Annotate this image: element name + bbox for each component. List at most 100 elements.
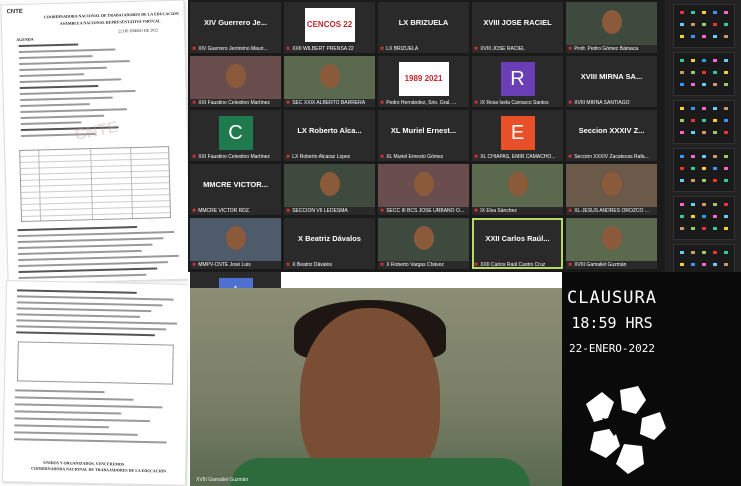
thumbnail-dot [702,35,706,38]
thumbnail-dot [691,59,695,62]
thumbnail-dot [713,23,717,26]
participant-tile[interactable]: XVIII MIRNA SA... ✖ XVIII MIRNA SANTIAGO [566,56,657,107]
thumbnail-dot [702,167,706,170]
raised-fists-emblem [586,386,666,474]
clausura-panel: CLAUSURA 18:59 HRS 22-ENERO-2022 [562,272,741,486]
document-text-line [16,295,174,301]
participant-tile[interactable]: ✖ Profr. Pedro Gómez Bámaca [566,2,657,53]
cnte-logo: CNTE [6,8,23,16]
participant-tile[interactable]: X Beatriz Dávalos ✖ X Beatriz Dávalos [284,218,375,269]
thumbnail-dot [680,251,684,254]
participant-tile[interactable]: XIV Guerrero Je... ✖ XIV Guerrero Jerónimo… [190,2,281,53]
participant-tile[interactable]: ✖ XXI Faustino Celestino Martínez [190,56,281,107]
participant-face [414,226,434,250]
muted-mic-icon: ✖ [474,46,479,52]
participant-caption: ✖ XVIII Gamaliel Guzmán [568,262,655,268]
document-page-2: UNIDOS Y ORGANIZADOS, VENCEREMOS COORDIN… [1,280,188,486]
muted-mic-icon: ✖ [380,262,385,268]
participant-caption-text: SEC XXIX ALBERTO BARRERA [292,100,366,106]
document-text-line [16,301,163,307]
thumbnail-dot [691,179,695,182]
thumbnail-page[interactable] [673,100,735,144]
muted-mic-icon: ✖ [474,262,479,268]
participant-caption: ✖ Seccion XXXIV Zacatecas Rafa... [568,154,655,160]
muted-mic-icon: ✖ [286,46,291,52]
document-text-line [18,273,147,280]
participant-tile[interactable]: E ✖ XL CHIAPAS, EMIR CAMACHO... [472,110,563,161]
participant-caption-text: MMCRE VICTOR RDZ. [198,208,251,214]
thumbnail-dot [724,83,728,86]
document-text-line [14,410,122,415]
participant-tile[interactable]: LX Roberto Alca... ✖ LX Roberto Alcaraz Lo… [284,110,375,161]
document-text-line [16,319,178,325]
participant-face [226,64,246,88]
muted-mic-icon: ✖ [192,100,197,106]
participant-name-large: Seccion XXXIV Z... [578,126,645,135]
document-text-line [17,230,175,238]
thumbnail-dot [691,167,695,170]
thumbnail-dot [680,71,684,74]
thumbnail-dot [713,107,717,110]
thumbnail-page[interactable] [673,196,735,240]
participant-caption-text: LX BRIZUELA [386,46,419,52]
document-text-line [18,267,158,274]
document-text-line [17,249,142,256]
participant-caption: ✖ X Beatriz Dávalos [286,262,373,268]
participant-tile[interactable]: CENCOS 22 ✖ XXII WILBERT PRENSA 22 [284,2,375,53]
participant-tile[interactable]: XVIII JOSE RACIEL ✖ XVIII JOSE RACIEL [472,2,563,53]
participant-tile[interactable]: LX BRIZUELA ✖ LX BRIZUELA [378,2,469,53]
thumbnail-dot [702,83,706,86]
agenda-heading: AGENDA [16,36,34,43]
thumbnail-dot [724,131,728,134]
participant-tile[interactable]: Seccion XXXIV Z... ✖ Seccion XXXIV Zacatec… [566,110,657,161]
thumbnail-dot [680,59,684,62]
participant-tile[interactable]: 1989 2021 ✖ Pedro Hernández, Srio. Gral. .… [378,56,469,107]
thumbnail-dot [713,11,717,14]
muted-mic-icon: ✖ [286,208,291,214]
thumbnail-dot [680,119,684,122]
participant-tile[interactable]: ✖ X Roberto Vargas Chávez [378,218,469,269]
participant-face [602,172,622,196]
thumbnail-dot [680,179,684,182]
thumbnail-dot [713,119,717,122]
participant-tile[interactable]: XXII Carlos Raúl... ✖ XXII Carlos Raúl Cas… [472,218,563,269]
participant-tile[interactable]: C ✖ XXI Faustino Celestino Martínez [190,110,281,161]
participant-tile[interactable]: MMCRE VICTOR... ✖ MMCRE VICTOR RDZ. [190,164,281,215]
muted-mic-icon: ✖ [380,100,385,106]
thumbnail-dot [702,59,706,62]
participant-tile[interactable]: ✖ XVIII Gamaliel Guzmán [566,218,657,269]
participant-avatar: R [500,62,535,96]
document-text-line [14,424,110,429]
thumbnail-dot [713,167,717,170]
participant-tile[interactable]: ✖ XL-JESUS ANDRES OROZCO ... [566,164,657,215]
participant-caption: ✖ XXII Carlos Raúl Castro Cruz [474,262,561,268]
thumbnail-dot [713,59,717,62]
document-text-line [16,325,167,331]
participant-logo: 1989 2021 [398,62,449,96]
participant-tile[interactable]: XL Muriel Ernest... ✖ XL Muriel Ernesto Gó… [378,110,469,161]
muted-mic-icon: ✖ [474,208,479,214]
participant-logo: CENCOS 22 [304,8,355,42]
thumbnail-dot [691,131,695,134]
thumbnail-page[interactable] [673,148,735,192]
participant-caption: ✖ IX Rosa Isela Carrasco Santos [474,100,561,106]
participant-tile[interactable]: R ✖ IX Rosa Isela Carrasco Santos [472,56,563,107]
participant-tile[interactable]: ✖ IX Elva Sánchez [472,164,563,215]
thumbnail-dot [702,179,706,182]
participant-caption-text: XXII WILBERT PRENSA 22 [292,46,354,52]
clausura-title: CLAUSURA [567,288,657,308]
participant-face [602,226,622,250]
participant-tile[interactable]: ✖ MMPV-CNTE José Luis [190,218,281,269]
main-speaker-video[interactable]: XVIII Gamaliel Guzmán [190,288,562,486]
thumbnail-page[interactable] [673,4,735,48]
participant-tile[interactable]: ✖ SEC XXIX ALBERTO BARRERA [284,56,375,107]
thumbnail-dot [691,71,695,74]
thumbnail-page[interactable] [673,52,735,96]
muted-mic-icon: ✖ [380,154,385,160]
participant-caption-text: XXI Faustino Celestino Martínez [198,154,270,160]
participant-tile[interactable]: ✖ SECC III BCS JOSE URBANO O... [378,164,469,215]
document-text-line [18,60,130,65]
participant-tile[interactable]: ✖ SECCION VII LEDESMA [284,164,375,215]
thumbnail-dot [713,203,717,206]
document-text-line [19,78,122,83]
